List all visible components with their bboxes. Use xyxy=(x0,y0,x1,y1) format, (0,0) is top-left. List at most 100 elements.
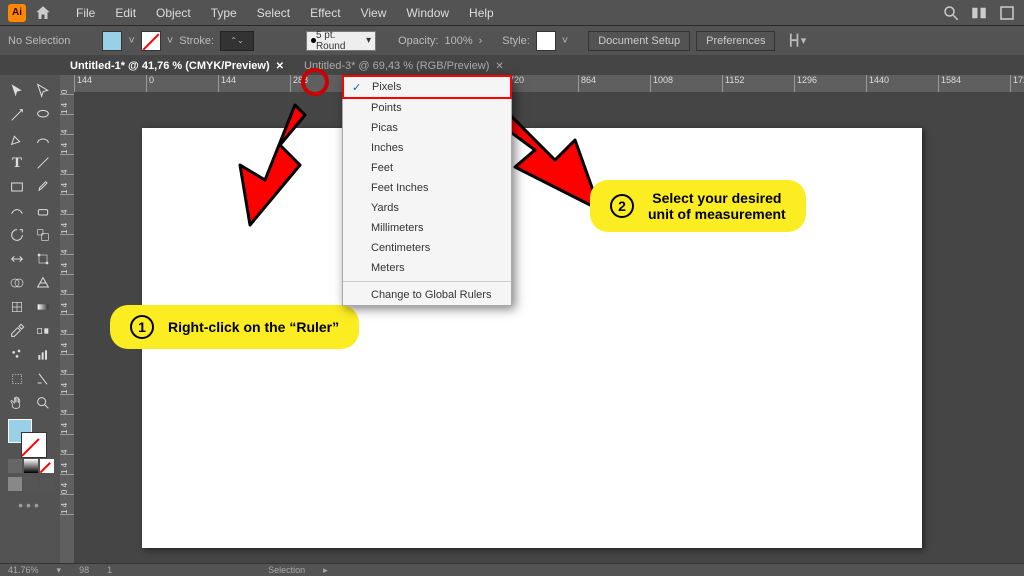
workspace-icon[interactable] xyxy=(970,4,988,22)
callout-text: Right-click on the “Ruler” xyxy=(168,319,339,335)
status-zoom[interactable]: 41.76% xyxy=(8,565,39,575)
magic-wand-tool[interactable] xyxy=(4,103,30,127)
zoom-tool[interactable] xyxy=(30,391,56,415)
rotate-tool[interactable] xyxy=(4,223,30,247)
units-option-yards[interactable]: Yards xyxy=(343,198,511,218)
search-icon[interactable] xyxy=(942,4,960,22)
menu-effect[interactable]: Effect xyxy=(300,6,350,20)
fill-stroke-control[interactable] xyxy=(4,419,56,457)
menu-type[interactable]: Type xyxy=(201,6,247,20)
units-option-pixels[interactable]: ✓Pixels xyxy=(342,75,512,99)
hand-tool[interactable] xyxy=(4,391,30,415)
tab-doc-2[interactable]: Untitled-3* @ 69,43 % (RGB/Preview)✕ xyxy=(294,57,514,75)
graph-tool[interactable] xyxy=(30,343,56,367)
lasso-tool[interactable] xyxy=(30,103,56,127)
ruler-tick: 1 4 xyxy=(60,175,74,195)
menu-object[interactable]: Object xyxy=(146,6,201,20)
edit-toolbar-icon[interactable]: ••• xyxy=(4,497,56,513)
shaper-tool[interactable] xyxy=(4,199,30,223)
rectangle-tool[interactable] xyxy=(4,175,30,199)
color-mode[interactable] xyxy=(8,459,22,473)
selection-tool[interactable] xyxy=(4,79,30,103)
tab-doc-1[interactable]: Untitled-1* @ 41,76 % (CMYK/Preview)✕ xyxy=(60,57,294,75)
artboard-tool[interactable] xyxy=(4,367,30,391)
slice-tool[interactable] xyxy=(30,367,56,391)
units-option-feet[interactable]: Feet xyxy=(343,158,511,178)
units-option-picas[interactable]: Picas xyxy=(343,118,511,138)
stroke-weight-input[interactable]: ⌃⌄ xyxy=(220,31,254,51)
eraser-tool[interactable] xyxy=(30,199,56,223)
units-option-millimeters[interactable]: Millimeters xyxy=(343,218,511,238)
curvature-tool[interactable] xyxy=(30,127,56,151)
align-icon[interactable]: ┣┫▾ xyxy=(787,34,806,47)
profile-dropdown[interactable]: 5 pt. Round▾ xyxy=(306,31,376,51)
stroke-label: Stroke: xyxy=(179,35,214,47)
none-mode[interactable] xyxy=(40,459,54,473)
chevron-down-icon[interactable]: ˅ xyxy=(128,35,134,47)
gradient-tool[interactable] xyxy=(30,295,56,319)
units-option-centimeters[interactable]: Centimeters xyxy=(343,238,511,258)
change-global-rulers[interactable]: Change to Global Rulers xyxy=(343,285,511,305)
menu-help[interactable]: Help xyxy=(459,6,504,20)
units-option-points[interactable]: Points xyxy=(343,98,511,118)
callout-number: 2 xyxy=(610,194,634,218)
units-option-meters[interactable]: Meters xyxy=(343,258,511,278)
ruler-tick: 144 xyxy=(218,75,290,92)
draw-behind[interactable] xyxy=(24,477,38,491)
status-x: 98 xyxy=(79,565,89,575)
tools-panel: T ••• xyxy=(0,75,60,563)
direct-selection-tool[interactable] xyxy=(30,79,56,103)
ruler-tick: 4 xyxy=(60,355,74,375)
pen-tool[interactable] xyxy=(4,127,30,151)
units-option-inches[interactable]: Inches xyxy=(343,138,511,158)
menu-view[interactable]: View xyxy=(351,6,397,20)
eyedropper-tool[interactable] xyxy=(4,319,30,343)
close-icon[interactable]: ✕ xyxy=(495,61,503,72)
vertical-ruler[interactable]: 01 441 441 441 441 441 441 441 441 441 4… xyxy=(60,75,74,563)
symbol-sprayer-tool[interactable] xyxy=(4,343,30,367)
blend-tool[interactable] xyxy=(30,319,56,343)
preferences-button[interactable]: Preferences xyxy=(696,31,775,51)
home-icon[interactable] xyxy=(34,4,52,22)
stroke-swatch[interactable] xyxy=(141,31,161,51)
document-setup-button[interactable]: Document Setup xyxy=(588,31,690,51)
draw-normal[interactable] xyxy=(8,477,22,491)
ruler-tick: 1296 xyxy=(794,75,866,92)
chevron-right-icon[interactable]: › xyxy=(479,35,483,47)
ruler-tick: 864 xyxy=(578,75,650,92)
ruler-tick: 1 4 xyxy=(60,455,74,475)
menu-window[interactable]: Window xyxy=(396,6,459,20)
arrange-icon[interactable] xyxy=(998,4,1016,22)
ruler-tick: 1 4 xyxy=(60,415,74,435)
free-transform-tool[interactable] xyxy=(30,247,56,271)
type-tool[interactable]: T xyxy=(4,151,30,175)
opacity-label: Opacity: xyxy=(398,35,438,47)
draw-inside[interactable] xyxy=(40,477,54,491)
ruler-tick: 1728 xyxy=(1010,75,1024,92)
perspective-tool[interactable] xyxy=(30,271,56,295)
callout-2: 2 Select your desiredunit of measurement xyxy=(590,180,806,232)
chevron-down-icon[interactable]: ˅ xyxy=(167,35,173,47)
menu-file[interactable]: File xyxy=(66,6,105,20)
chevron-down-icon[interactable]: ˅ xyxy=(562,35,568,47)
menu-select[interactable]: Select xyxy=(247,6,300,20)
shape-builder-tool[interactable] xyxy=(4,271,30,295)
paintbrush-tool[interactable] xyxy=(30,175,56,199)
units-option-feet-inches[interactable]: Feet Inches xyxy=(343,178,511,198)
close-icon[interactable]: ✕ xyxy=(276,61,284,72)
ruler-tick: 4 xyxy=(60,315,74,335)
mesh-tool[interactable] xyxy=(4,295,30,319)
horizontal-ruler[interactable]: 1440144288432576720864100811521296144015… xyxy=(74,75,1024,92)
width-tool[interactable] xyxy=(4,247,30,271)
fill-swatch[interactable] xyxy=(102,31,122,51)
scale-tool[interactable] xyxy=(30,223,56,247)
menu-edit[interactable]: Edit xyxy=(105,6,146,20)
line-tool[interactable] xyxy=(30,151,56,175)
ruler-tick: 1152 xyxy=(722,75,794,92)
opacity-value[interactable]: 100% xyxy=(444,35,472,47)
style-swatch[interactable] xyxy=(536,31,556,51)
ruler-tick: 4 xyxy=(60,155,74,175)
ruler-tick: 1 4 xyxy=(60,495,74,515)
ruler-tick: 1 4 xyxy=(60,375,74,395)
status-tool: Selection xyxy=(268,565,305,575)
